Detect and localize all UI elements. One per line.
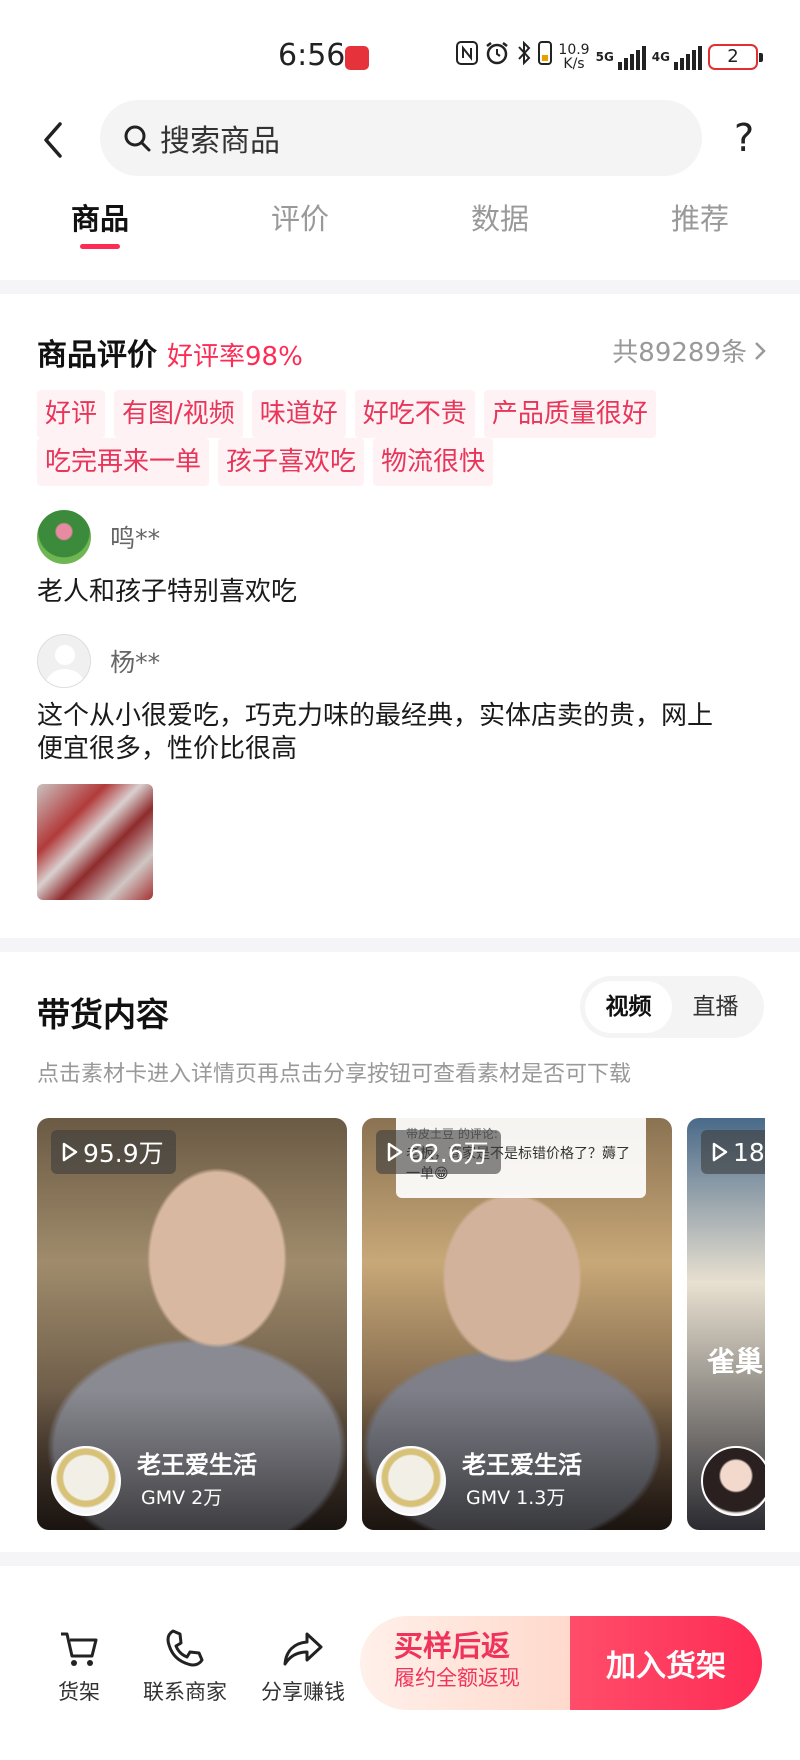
video-card[interactable]: 18 雀巢 xyxy=(687,1118,765,1530)
video-card[interactable]: 95.9万 老王爱生活 GMV 2万 xyxy=(37,1118,347,1530)
views-badge: 62.6万 xyxy=(376,1130,501,1174)
review-tag[interactable]: 吃完再来一单 xyxy=(37,438,210,486)
bluetooth-icon xyxy=(516,40,532,73)
search-icon xyxy=(124,125,151,152)
play-icon xyxy=(387,1142,403,1162)
cart-icon xyxy=(61,1632,98,1666)
segment-video[interactable]: 视频 xyxy=(585,981,672,1033)
tab-reviews[interactable]: 评价 xyxy=(240,196,360,238)
net-speed: 10.9 K/s xyxy=(558,43,589,71)
alarm-icon xyxy=(484,40,510,73)
buy-sample-button[interactable]: 买样后返 履约全额返现 xyxy=(360,1616,570,1710)
signal-4g-icon xyxy=(674,44,702,70)
reviews-total: 共89289条 xyxy=(612,338,747,368)
share-arrow-icon xyxy=(283,1632,323,1666)
chevron-right-icon xyxy=(755,341,766,360)
share-earn-button[interactable]: 分享赚钱 xyxy=(248,1626,358,1706)
views-badge: 18 xyxy=(701,1130,765,1174)
section-divider xyxy=(0,280,800,294)
net-speed-unit: K/s xyxy=(563,55,585,72)
active-tab-indicator xyxy=(80,244,120,249)
contact-merchant-label: 联系商家 xyxy=(143,1680,227,1704)
avatar xyxy=(37,510,91,564)
reviewer-name: 杨** xyxy=(110,648,161,677)
author-avatar xyxy=(701,1446,765,1516)
review-text-line: 便宜很多，性价比很高 xyxy=(37,734,298,764)
reviews-title: 商品评价 xyxy=(37,338,157,373)
status-icons: 10.9 K/s 5G 4G 2 xyxy=(456,40,763,73)
positive-rate: 好评率98% xyxy=(167,342,303,372)
review-tag[interactable]: 味道好 xyxy=(251,390,346,438)
tab-recommend[interactable]: 推荐 xyxy=(640,196,760,238)
reviews-header: 商品评价 好评率98% 共89289条 xyxy=(37,330,767,373)
battery-level: 2 xyxy=(727,46,739,67)
content-type-switch: 视频 直播 xyxy=(580,976,764,1038)
network-label-4g: 4G xyxy=(651,49,670,64)
tab-data[interactable]: 数据 xyxy=(440,196,560,238)
nfc-icon xyxy=(456,41,479,72)
purchase-cta: 买样后返 履约全额返现 加入货架 xyxy=(360,1616,762,1710)
views-badge: 95.9万 xyxy=(51,1130,176,1174)
review-tag[interactable]: 好吃不贵 xyxy=(354,390,475,438)
tab-product[interactable]: 商品 xyxy=(40,196,160,238)
status-bar: 6:56 10.9 K/s 5G 4G 2 xyxy=(0,0,800,90)
phone-icon xyxy=(166,1629,204,1667)
play-icon xyxy=(712,1142,728,1162)
reviews-total-link[interactable]: 共89289条 xyxy=(612,332,767,369)
author-avatar xyxy=(376,1446,446,1516)
help-button[interactable]: ? xyxy=(734,116,754,160)
content-title: 带货内容 xyxy=(37,995,169,1034)
section-divider xyxy=(0,938,800,952)
review-text: 这个从小很爱吃，巧克力味的最经典，实体店卖的贵，网上 便宜很多，性价比很高 xyxy=(37,700,767,766)
author-name: 老王爱生活 xyxy=(462,1451,582,1479)
video-card[interactable]: 带皮土豆 的评论: 老板，商家是不是标错价格了？薅了一单😁 62.6万 老王爱生… xyxy=(362,1118,672,1530)
video-overlay-text: 雀巢 xyxy=(707,1345,764,1378)
segment-live[interactable]: 直播 xyxy=(672,981,759,1033)
buy-sample-label: 买样后返 xyxy=(394,1629,511,1663)
shelf-label: 货架 xyxy=(58,1680,100,1704)
review-tag[interactable]: 有图/视频 xyxy=(114,390,243,438)
review-tag[interactable]: 孩子喜欢吃 xyxy=(218,438,365,486)
content-hint: 点击素材卡进入详情页再点击分享按钮可查看素材是否可下载 xyxy=(37,1062,632,1087)
reviewer-name: 鸣** xyxy=(110,524,161,553)
review-item[interactable]: 鸣** 老人和孩子特别喜欢吃 xyxy=(37,510,767,609)
bottom-action-bar: 货架 联系商家 分享赚钱 买样后返 履约全额返现 加入货架 xyxy=(0,1566,800,1760)
tab-bar: 商品 评价 数据 推荐 xyxy=(0,196,800,256)
status-time: 6:56 xyxy=(278,38,346,73)
gmv-value: GMV 2万 xyxy=(141,1487,223,1509)
view-count: 18 xyxy=(733,1137,765,1167)
review-tag[interactable]: 产品质量很好 xyxy=(483,390,656,438)
review-tag[interactable]: 好评 xyxy=(37,390,106,438)
buy-sample-sublabel: 履约全额返现 xyxy=(394,1666,520,1690)
app-notification-icon xyxy=(345,46,369,70)
back-arrow-icon xyxy=(44,122,62,158)
view-count: 62.6万 xyxy=(408,1139,489,1168)
review-text: 老人和孩子特别喜欢吃 xyxy=(37,577,298,607)
search-input[interactable]: 搜索商品 xyxy=(100,100,702,176)
battery-icon: 2 xyxy=(708,43,763,70)
author-name: 老王爱生活 xyxy=(137,1451,257,1479)
review-tags-row-1: 好评 有图/视频 味道好 好吃不贵 产品质量很好 xyxy=(37,390,656,438)
shelf-button[interactable]: 货架 xyxy=(24,1626,134,1706)
review-item[interactable]: 杨** 这个从小很爱吃，巧克力味的最经典，实体店卖的贵，网上 便宜很多，性价比很… xyxy=(37,634,767,900)
view-count: 95.9万 xyxy=(83,1139,164,1168)
avatar xyxy=(37,634,91,688)
section-divider xyxy=(0,1552,800,1566)
review-tag[interactable]: 物流很快 xyxy=(373,438,494,486)
gmv-value: GMV 1.3万 xyxy=(466,1487,566,1509)
author-avatar xyxy=(51,1446,121,1516)
search-placeholder: 搜索商品 xyxy=(160,124,280,159)
vibrate-icon xyxy=(538,41,553,72)
play-icon xyxy=(62,1142,78,1162)
add-to-shelf-button[interactable]: 加入货架 xyxy=(570,1616,762,1710)
share-earn-label: 分享赚钱 xyxy=(261,1680,345,1704)
review-tags-row-2: 吃完再来一单 孩子喜欢吃 物流很快 xyxy=(37,438,494,486)
network-label-5g: 5G xyxy=(595,49,614,64)
review-photo[interactable] xyxy=(37,784,153,900)
signal-5g-icon xyxy=(617,44,646,70)
back-button[interactable] xyxy=(36,118,72,162)
content-cards: 95.9万 老王爱生活 GMV 2万 带皮土豆 的评论: 老板，商家是不是标错价… xyxy=(37,1118,765,1530)
contact-merchant-button[interactable]: 联系商家 xyxy=(130,1626,240,1706)
review-text-line: 这个从小很爱吃，巧克力味的最经典，实体店卖的贵，网上 xyxy=(37,701,714,731)
